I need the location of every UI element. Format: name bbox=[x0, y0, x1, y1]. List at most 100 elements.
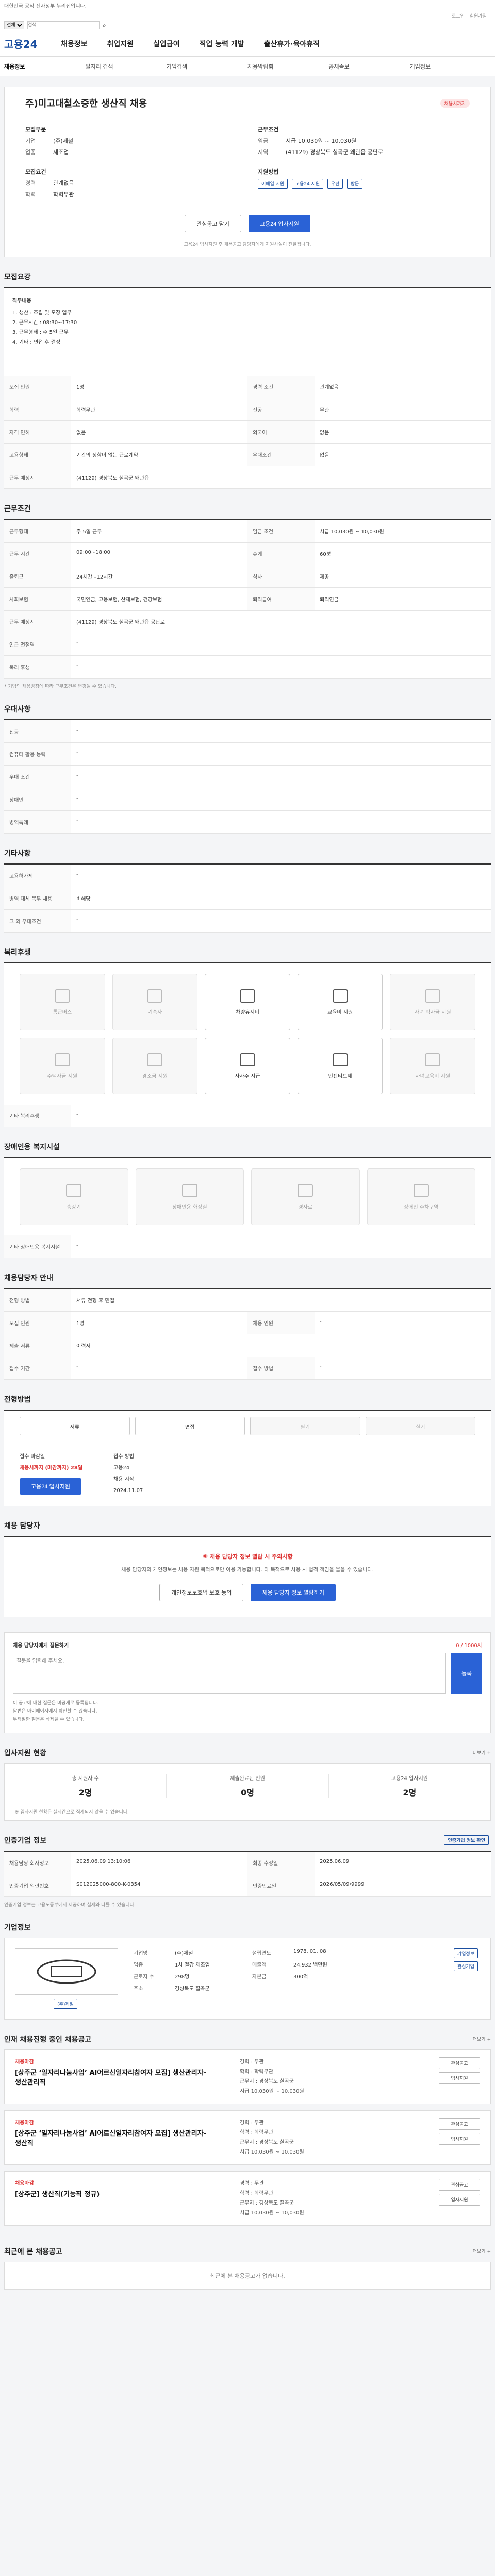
welfare-item: 기숙사 bbox=[112, 974, 198, 1030]
method-section-header: 전형방법 bbox=[0, 1380, 495, 1410]
apply-note: 고용24 입사지원 후 채용공고 담당자에게 지원사실이 전달됩니다. bbox=[184, 242, 311, 247]
job-card-title[interactable]: [상주군 ‘일자리나눔사업’ AI어르신일자리참여자 모집] 생산관리자-생산직 bbox=[15, 2129, 211, 2149]
search-scope-select[interactable]: 전체 bbox=[4, 21, 24, 29]
signup-link[interactable]: 회원가입 bbox=[470, 12, 487, 19]
table-header-cell: 그 외 우대조건 bbox=[4, 910, 71, 932]
question-count: 0 / 1000자 bbox=[456, 1643, 482, 1649]
table-header-cell: 임금 조건 bbox=[248, 520, 315, 542]
login-link[interactable]: 로그인 bbox=[452, 12, 465, 19]
table-header-cell: 우대 조건 bbox=[4, 766, 71, 788]
interest-company-button[interactable]: 관심기업 bbox=[453, 1961, 478, 1971]
duty-box: 직무내용 1. 생산 : 조립 및 포장 업무 2. 근무시간 : 08:30~… bbox=[4, 287, 491, 489]
company-field-value: 경상북도 칠곡군 bbox=[175, 1986, 210, 1992]
question-submit-button[interactable]: 등록 bbox=[451, 1653, 482, 1694]
table-row: 자격 면허 없음 외국어 없음 bbox=[4, 421, 491, 444]
company-header-text: 기업정보 bbox=[4, 1923, 31, 1932]
status-more-link[interactable]: 더보기 + bbox=[473, 1749, 491, 1756]
gnb-item-leave[interactable]: 출산휴가·육아휴직 bbox=[264, 39, 320, 49]
table-value-cell: - bbox=[76, 818, 78, 824]
company-field-value: 300억 bbox=[293, 1974, 308, 1980]
welfare-label: 차량유지비 bbox=[235, 1009, 259, 1015]
verify-company-button[interactable]: 인증기업 정보 확인 bbox=[444, 1835, 489, 1845]
subnav-item-info[interactable]: 기업정보 bbox=[410, 62, 491, 71]
table-row: 장애인 - bbox=[4, 788, 491, 811]
subnav-item-fair[interactable]: 채용박람회 bbox=[248, 62, 328, 71]
welfare-label: 인센티브제 bbox=[328, 1073, 352, 1079]
table-header-cell: 인증기업 일련번호 bbox=[4, 1874, 71, 1896]
gnb-item-training[interactable]: 직업 능력 개발 bbox=[200, 39, 244, 49]
table-value-cell: 서류 전형 후 면접 bbox=[76, 1298, 114, 1304]
table-value-cell: S012025000-800-K-0354 bbox=[76, 1881, 141, 1887]
add-interest-button[interactable]: 관심공고 담기 bbox=[185, 215, 241, 232]
subnav-item-jobs[interactable]: 채용정보 bbox=[4, 62, 85, 71]
apply-tag-online: 고용24 지원 bbox=[291, 179, 324, 189]
related-job-card[interactable]: 채용마감 [상주군 ‘일자리나눔사업’ AI어르신일자리참여자 모집] 생산관리자… bbox=[4, 2049, 491, 2104]
company-name-link[interactable]: (주)제철 bbox=[54, 1998, 77, 2009]
welfare-label: 교육비 지원 bbox=[327, 1009, 353, 1015]
company-field-key: 자본금 bbox=[252, 1974, 267, 1980]
job-card-info: 경력 : 무관 bbox=[240, 2120, 264, 2126]
table-value-cell: (41129) 경상북도 칠곡군 왜관읍 공단로 bbox=[76, 620, 165, 625]
gnb-item-jobs[interactable]: 채용정보 bbox=[61, 39, 88, 49]
question-box: 채용 담당자에게 질문하기 0 / 1000자 등록 이 공고에 대한 질문은 … bbox=[4, 1632, 491, 1733]
gnb-item-support[interactable]: 취업지원 bbox=[107, 39, 134, 49]
related-job-card[interactable]: 채용마감 [상주군 ‘일자리나눔사업’ AI어르신일자리참여자 모집] 생산관리자… bbox=[4, 2110, 491, 2165]
table-value-cell: 국민연금, 고용보험, 산재보험, 건강보험 bbox=[76, 597, 162, 603]
apply-method-label: 지원방법 bbox=[258, 168, 279, 175]
table-header-cell: 인근 전철역 bbox=[4, 633, 71, 655]
table-header-cell: 장애인 bbox=[4, 788, 71, 810]
table-value-cell: 1명 bbox=[76, 385, 85, 391]
job-card-title[interactable]: [상주군 ‘일자리나눔사업’ AI어르신일자리참여자 모집] 생산관리자-생산관… bbox=[15, 2068, 211, 2088]
view-contact-button[interactable]: 채용 담당자 정보 열람하기 bbox=[251, 1584, 336, 1601]
search-row: 전체 ⌕ bbox=[0, 20, 495, 31]
career-value: 관계없음 bbox=[53, 180, 74, 187]
table-row: 병역특례 - bbox=[4, 811, 491, 834]
stat-done-value: 0명 bbox=[241, 1787, 254, 1798]
job-card-title[interactable]: [상주군] 생산직(기능직 정규) bbox=[15, 2190, 211, 2200]
company-field-value: 1978. 01. 08 bbox=[293, 1948, 326, 1954]
privacy-consent-button[interactable]: 개인정보보호법 보호 동의 bbox=[159, 1584, 244, 1601]
job-card-info: 시급 10,030원 ~ 10,030원 bbox=[240, 2088, 304, 2094]
related-more-link[interactable]: 더보기 + bbox=[473, 2036, 491, 2042]
related-job-card[interactable]: 채용마감 [상주군] 생산직(기능직 정규) 경력 : 무관 학력 : 학력무관 근무지… bbox=[4, 2171, 491, 2226]
method-key: 접수 방법 bbox=[113, 1454, 135, 1460]
question-textarea[interactable] bbox=[13, 1653, 446, 1694]
status-header-text: 입사지원 현황 bbox=[4, 1749, 47, 1757]
apply-button[interactable]: 고용24 입사지원 bbox=[248, 215, 310, 232]
apply-button-bottom[interactable]: 고용24 입사지원 bbox=[20, 1478, 82, 1495]
table-header-cell: 퇴직급여 bbox=[248, 588, 315, 610]
subnav-item-company[interactable]: 기업검색 bbox=[167, 62, 248, 71]
job-card-apply-button[interactable]: 입사지원 bbox=[439, 2072, 480, 2084]
job-card-apply-button[interactable]: 입사지원 bbox=[439, 2193, 480, 2206]
question-title: 채용 담당자에게 질문하기 bbox=[13, 1643, 69, 1649]
job-card-interest-button[interactable]: 관심공고 bbox=[439, 2178, 480, 2191]
subnav-item-search[interactable]: 일자리 검색 bbox=[85, 62, 166, 71]
job-card-apply-button[interactable]: 입사지원 bbox=[439, 2132, 480, 2145]
job-card-interest-button[interactable]: 관심공고 bbox=[439, 2057, 480, 2069]
search-input[interactable] bbox=[27, 21, 100, 29]
etc-table: 고용허가제 - 병역 대체 복무 채용 비해당 그 외 우대조건 - bbox=[4, 863, 491, 933]
welfare-label: 경조금 지원 bbox=[142, 1073, 168, 1079]
company-info-button[interactable]: 기업정보 bbox=[453, 1948, 478, 1958]
recent-more-link[interactable]: 더보기 + bbox=[473, 2248, 491, 2255]
global-header: 고용24 채용정보 취업지원 실업급여 직업 능력 개발 출산휴가·육아휴직 bbox=[0, 31, 495, 57]
table-header-cell: 전공 bbox=[4, 720, 71, 742]
pref-header-text: 우대사항 bbox=[4, 705, 31, 714]
table-value-cell: 무관 bbox=[320, 408, 329, 413]
contact-header-text: 채용 담당자 bbox=[4, 1522, 40, 1530]
contact-notice: ※ 채용 담당자 정보 열람 시 주의사항 bbox=[202, 1553, 293, 1560]
welfare-item: 주택자금 지원 bbox=[20, 1038, 105, 1094]
search-icon[interactable]: ⌕ bbox=[103, 22, 106, 29]
welfare-icon bbox=[54, 989, 70, 1003]
table-row: 학력 학력무관 전공 무관 bbox=[4, 398, 491, 421]
table-value-cell: 주 5일 근무 bbox=[76, 529, 102, 535]
gnb-item-unemployment[interactable]: 실업급여 bbox=[153, 39, 180, 49]
table-row: 고용형태 기간의 정함이 없는 근로계약 우대조건 없음 bbox=[4, 444, 491, 466]
site-logo[interactable]: 고용24 bbox=[4, 36, 61, 51]
company-section-label: 모집부문 bbox=[25, 126, 46, 133]
company-field-key bbox=[252, 1984, 288, 1992]
facility-item: 경사로 bbox=[251, 1168, 360, 1225]
subnav-item-public[interactable]: 공채속보 bbox=[328, 62, 409, 71]
job-card-interest-button[interactable]: 관심공고 bbox=[439, 2117, 480, 2130]
table-value-cell: 제공 bbox=[320, 574, 329, 580]
